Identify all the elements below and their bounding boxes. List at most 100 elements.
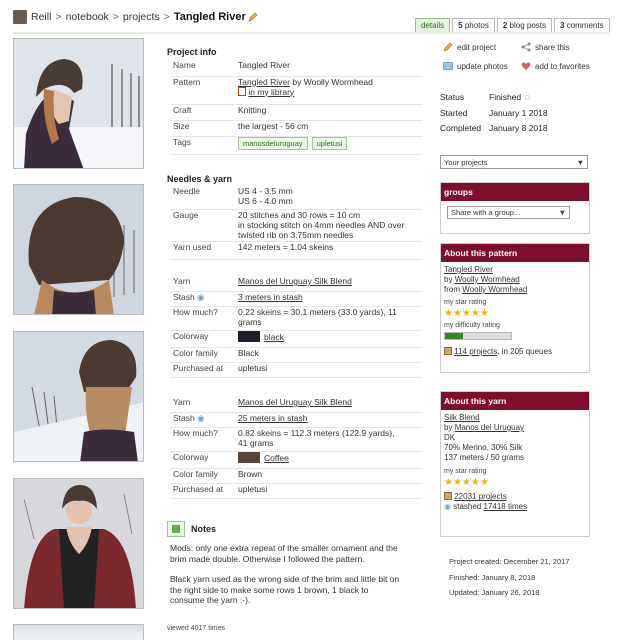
notes-line: Mods: only one extra repeat of the small…: [170, 543, 398, 553]
label: Yarn: [170, 276, 235, 292]
page-title: Tangled River: [173, 11, 246, 23]
needles-table: Needle US 4 - 3.5 mm US 6 - 4.0 mm Gauge 20…: [170, 186, 422, 260]
chevron-down-icon: ▼: [576, 157, 584, 167]
by-text: by: [444, 423, 453, 432]
project-photo-5[interactable]: [13, 624, 144, 640]
needle-value: US 6 - 4.0 mm: [238, 196, 293, 206]
purchased-value: upletusi: [235, 362, 422, 378]
size-value: the largest - 56 cm: [235, 120, 422, 137]
about-yarn-heading: About this yarn: [441, 392, 589, 410]
label: Size: [170, 120, 235, 137]
stash-link[interactable]: 25 meters in stash: [238, 413, 307, 423]
add-favorites-link[interactable]: add to favorites: [521, 61, 590, 71]
star-rating-label: my star rating: [444, 299, 487, 306]
breadcrumb-separator: >: [163, 11, 170, 23]
share-group-select[interactable]: Share with a group... ▼: [447, 206, 570, 219]
difficulty-label: my difficulty rating: [444, 322, 500, 330]
breadcrumb-separator: >: [55, 11, 62, 23]
select-value: Share with a group...: [451, 207, 521, 217]
label: How much?: [170, 306, 235, 331]
colorway-link[interactable]: black: [264, 332, 284, 342]
tab-underline: [13, 32, 609, 34]
edit-project-link[interactable]: edit project: [443, 42, 496, 52]
yarn-projects-link[interactable]: 22031 projects: [454, 492, 506, 501]
completed-value: January 8 2018: [489, 123, 548, 133]
stashed-link[interactable]: 17418 times: [483, 502, 527, 511]
photo-icon: [443, 62, 453, 70]
colorway-swatch: [238, 451, 260, 463]
label: Gauge: [170, 209, 235, 242]
gauge-value: in stocking stitch on 4mm needles AND ov…: [238, 219, 405, 230]
colorway-link[interactable]: Coffee: [264, 453, 289, 463]
about-pattern-box: About this pattern Tangled River by Wool…: [440, 243, 590, 373]
tag-link[interactable]: manosdeluruguay: [238, 136, 308, 150]
projects-icon: [444, 347, 452, 355]
color-family-value: Brown: [235, 468, 422, 484]
about-yarn-box: About this yarn Silk Blend by Manos del …: [440, 391, 590, 537]
notes-line: consume the yarn :-).: [170, 595, 251, 605]
label: Stash: [173, 412, 195, 423]
stash-link[interactable]: 3 meters in stash: [238, 292, 303, 302]
yarn-table-1: Yarn Manos del Uruguay Silk Blend Stash ◉…: [170, 276, 422, 378]
colorway-swatch: [238, 330, 260, 342]
source-link[interactable]: Woolly Wormhead: [462, 285, 527, 294]
pattern-link[interactable]: Tangled River: [444, 265, 493, 274]
label: Color family: [170, 347, 235, 363]
difficulty-bar[interactable]: [444, 332, 512, 340]
label: Pattern: [170, 76, 235, 105]
breadcrumb-user[interactable]: Reill: [31, 11, 51, 23]
smiley-icon: ☺: [523, 92, 532, 102]
yarn-link[interactable]: Silk Blend: [444, 413, 480, 422]
tab-photos[interactable]: 5 photos: [452, 18, 495, 32]
pattern-projects-link[interactable]: 114 projects: [454, 347, 497, 356]
star-rating[interactable]: ★★★★★: [444, 477, 586, 490]
notes-body: Mods: only one extra repeat of the small…: [170, 543, 430, 606]
yarn-company-link[interactable]: Manos del Uruguay: [455, 423, 524, 432]
share-link[interactable]: share this: [521, 42, 570, 52]
yarn-link[interactable]: Manos del Uruguay Silk Blend: [238, 276, 352, 286]
notes-line: Black yarn used as the wrong side of the…: [170, 574, 400, 584]
label: Completed: [440, 123, 482, 133]
project-meta: Project created: December 21, 2017 Finis…: [449, 554, 569, 601]
project-photo-4[interactable]: [13, 478, 144, 609]
amount-value: grams: [238, 316, 262, 327]
gauge-value: twisted rib on 3.75mm needles: [238, 229, 354, 240]
star-rating[interactable]: ★★★★★: [444, 308, 586, 321]
created-date: Project created: December 21, 2017: [449, 557, 570, 566]
project-photo-1[interactable]: [13, 38, 144, 169]
update-photos-link[interactable]: update photos: [443, 61, 508, 71]
finished-date: Finished: January 8, 2018: [449, 572, 536, 582]
avatar[interactable]: [13, 10, 27, 24]
pattern-link[interactable]: Tangled River: [238, 77, 290, 87]
designer-link[interactable]: Woolly Wormhead: [455, 275, 520, 284]
label: How much?: [170, 427, 235, 452]
project-photo-3[interactable]: [13, 331, 144, 462]
by-text: by: [292, 76, 302, 87]
started-value: January 1 2018: [489, 107, 548, 118]
tab-details[interactable]: details: [415, 18, 451, 32]
notes-line: brim made double. Otherwise I followed t…: [170, 553, 365, 564]
your-projects-select[interactable]: Your projects ▼: [440, 155, 588, 169]
tag-link[interactable]: upletusi: [311, 136, 348, 150]
yarn-put-up: 137 meters / 50 grams: [444, 453, 525, 462]
select-value: Your projects: [444, 157, 488, 167]
project-photo-2[interactable]: [13, 184, 144, 315]
about-pattern-heading: About this pattern: [441, 244, 589, 262]
project-info-heading: Project info: [167, 47, 217, 57]
status-block: Status Finished ☺ Started January 1 2018 Co…: [440, 90, 548, 137]
pencil-icon[interactable]: [248, 12, 258, 22]
color-family-value: Black: [235, 347, 422, 363]
tab-blog-posts[interactable]: 2 blog posts: [496, 18, 552, 32]
breadcrumb-notebook[interactable]: notebook: [66, 11, 109, 23]
yarn-used-value: 142 meters = 1.04 skeins: [235, 241, 422, 260]
breadcrumb-projects[interactable]: projects: [123, 11, 160, 23]
library-link[interactable]: in my library: [248, 87, 294, 97]
edit-project-label: edit project: [457, 42, 497, 52]
heart-icon: [521, 62, 531, 70]
tab-comments[interactable]: 3 comments: [554, 18, 610, 32]
project-name: Tangled River: [235, 60, 422, 77]
stash-icon: ◉: [444, 502, 451, 512]
yarn-table-2: Yarn Manos del Uruguay Silk Blend Stash ◉…: [170, 397, 422, 499]
gauge-value: 20 stitches and 30 rows = 10 cm: [238, 209, 361, 220]
yarn-link[interactable]: Manos del Uruguay Silk Blend: [238, 397, 352, 407]
